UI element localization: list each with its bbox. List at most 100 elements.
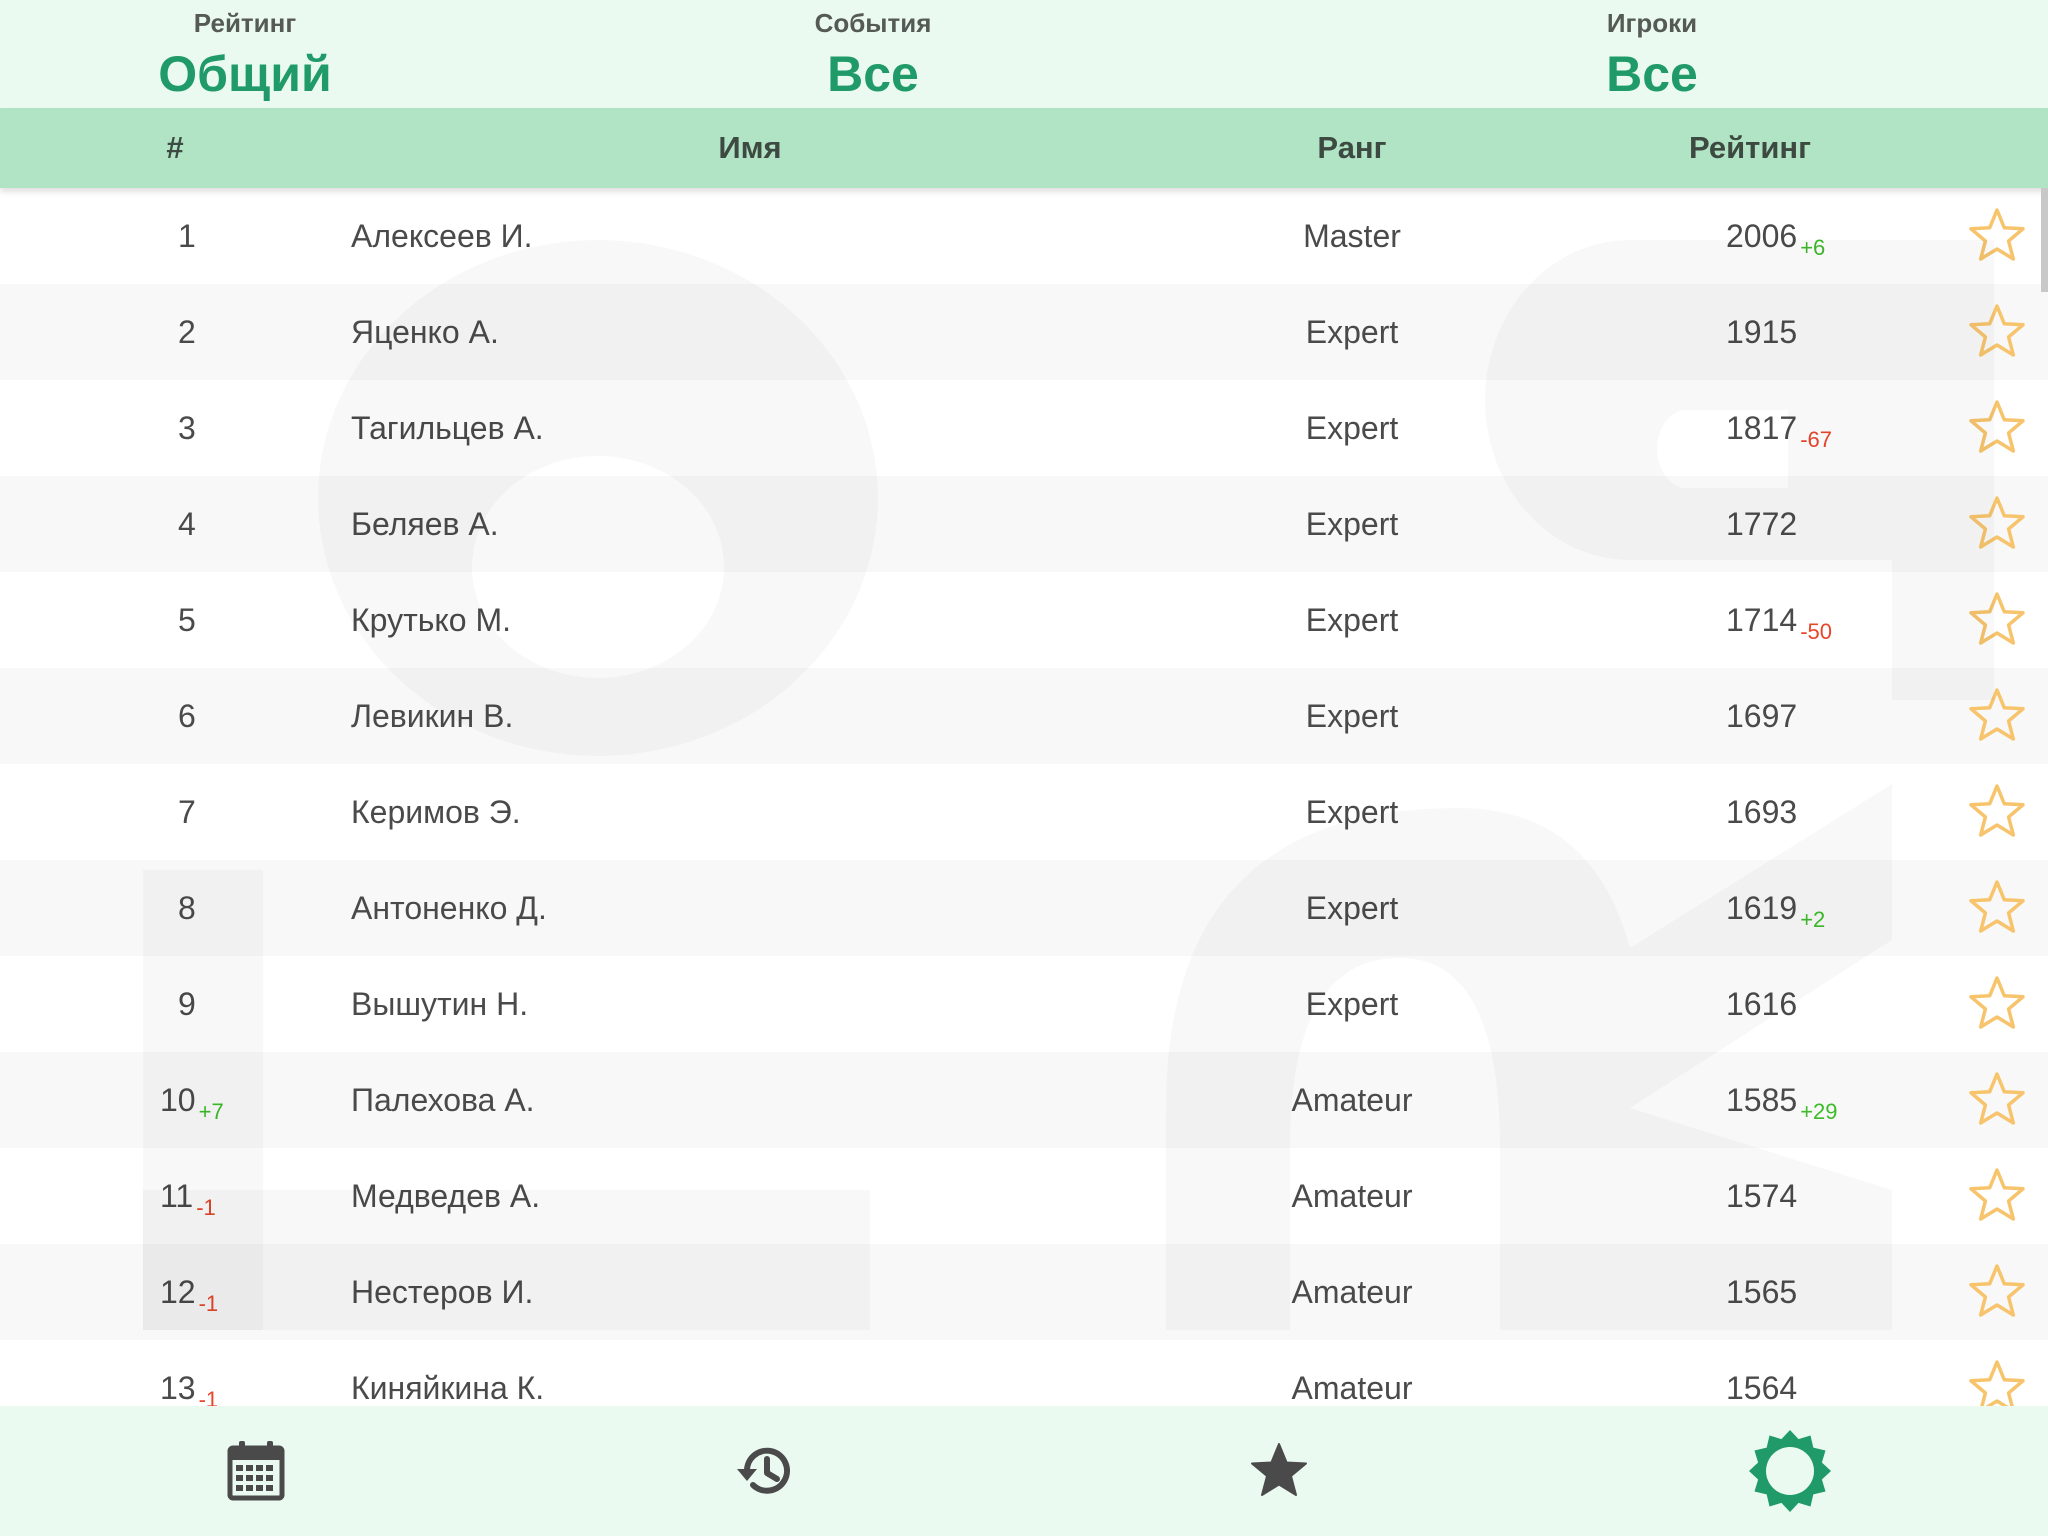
favorite-star-icon[interactable]	[1967, 302, 2027, 362]
rating-value: 1697	[1726, 698, 1798, 734]
rating-cell: 1585 +29	[1726, 1052, 1838, 1152]
player-name[interactable]: Киняйкина К.	[351, 1340, 544, 1406]
rating-cell: 1693	[1726, 764, 1797, 860]
rating-table[interactable]: 1 Алексеев И. Master 2006 +6 2 Яценко А. Expert…	[0, 188, 2048, 1406]
player-name[interactable]: Нестеров И.	[351, 1244, 533, 1340]
rating-cell: 1564	[1726, 1340, 1797, 1406]
table-row[interactable]: 3 Тагильцев А. Expert 1817 -67	[0, 380, 2048, 476]
rating-value: 1565	[1726, 1274, 1798, 1310]
filter-events[interactable]: События Все	[673, 0, 1073, 102]
player-rank: Master	[1303, 218, 1401, 254]
favorite-star-icon[interactable]	[1967, 206, 2027, 266]
player-name[interactable]: Яценко А.	[351, 284, 499, 380]
favorite-star-icon[interactable]	[1967, 590, 2027, 650]
favorite-star-icon[interactable]	[1967, 1358, 2027, 1406]
position-number: 2	[178, 314, 196, 350]
rating-value: 1714	[1726, 602, 1798, 638]
favorite-star-icon[interactable]	[1967, 1070, 2027, 1130]
filter-rating-type-label: Рейтинг	[193, 8, 297, 38]
star-icon	[1251, 1443, 1307, 1496]
column-name-header[interactable]: Имя	[600, 108, 900, 188]
table-row[interactable]: 13 -1 Киняйкина К. Amateur 1564	[0, 1340, 2048, 1406]
position-change: -1	[196, 1195, 216, 1220]
column-rating-header[interactable]: Рейтинг	[1600, 108, 1900, 188]
favorite-star-icon[interactable]	[1967, 1262, 2027, 1322]
player-name[interactable]: Медведев А.	[351, 1148, 540, 1244]
rating-value: 2006	[1726, 218, 1798, 254]
rating-change: +29	[1800, 1099, 1838, 1124]
rating-cell: 1565	[1726, 1244, 1797, 1340]
rating-value: 1693	[1726, 794, 1798, 830]
filter-rating-type-value[interactable]: Общий	[45, 46, 445, 102]
rating-change: -67	[1800, 427, 1832, 452]
player-rank: Expert	[1305, 890, 1399, 926]
player-name[interactable]: Левикин В.	[351, 668, 513, 764]
rating-cell: 1817 -67	[1726, 380, 1832, 480]
table-row[interactable]: 2 Яценко А. Expert 1915	[0, 284, 2048, 380]
player-name[interactable]: Тагильцев А.	[351, 380, 544, 476]
player-name[interactable]: Антоненко Д.	[351, 860, 547, 956]
filter-events-value[interactable]: Все	[673, 46, 1073, 102]
rating-change: -50	[1800, 619, 1832, 644]
table-row[interactable]: 4 Беляев А. Expert 1772	[0, 476, 2048, 572]
player-name[interactable]: Вышутин Н.	[351, 956, 528, 1052]
player-rank: Expert	[1305, 602, 1399, 638]
position-change: -1	[198, 1387, 219, 1406]
favorite-star-icon[interactable]	[1967, 878, 2027, 938]
position-number: 4	[178, 506, 196, 542]
table-scrollbar[interactable]	[2041, 188, 2048, 292]
player-name[interactable]: Керимов Э.	[351, 764, 521, 860]
position-number: 3	[178, 410, 196, 446]
table-row[interactable]: 7 Керимов Э. Expert 1693	[0, 764, 2048, 860]
column-rank-header[interactable]: Ранг	[1200, 108, 1504, 188]
filter-players[interactable]: Игроки Все	[1452, 0, 1852, 102]
player-rank: Expert	[1305, 986, 1399, 1022]
filter-players-value[interactable]: Все	[1452, 46, 1852, 102]
position-change: +7	[198, 1099, 224, 1124]
table-row[interactable]: 9 Вышутин Н. Expert 1616	[0, 956, 2048, 1052]
favorite-star-icon[interactable]	[1967, 494, 2027, 554]
table-row[interactable]: 5 Крутько М. Expert 1714 -50	[0, 572, 2048, 668]
favorite-star-icon[interactable]	[1967, 1166, 2027, 1226]
table-row[interactable]: 11 -1 Медведев А. Amateur 1574	[0, 1148, 2048, 1244]
favorite-star-icon[interactable]	[1967, 686, 2027, 746]
player-rank: Amateur	[1291, 1274, 1413, 1310]
favorite-star-icon[interactable]	[1967, 782, 2027, 842]
nav-favorites-button[interactable]	[1229, 1421, 1329, 1521]
table-row[interactable]: 8 Антоненко Д. Expert 1619 +2	[0, 860, 2048, 956]
position-number: 6	[178, 698, 196, 734]
position-number: 1	[178, 218, 196, 254]
table-row[interactable]: 6 Левикин В. Expert 1697	[0, 668, 2048, 764]
player-rank: Amateur	[1291, 1082, 1413, 1118]
rating-value: 1574	[1726, 1178, 1798, 1214]
rating-value: 1585	[1726, 1082, 1798, 1118]
rating-value: 1817	[1726, 410, 1798, 446]
filter-rating-type[interactable]: Рейтинг Общий	[45, 0, 445, 102]
nav-rating-button[interactable]	[1740, 1421, 1840, 1521]
position-number: 10	[160, 1082, 196, 1118]
nav-history-button[interactable]	[717, 1421, 817, 1521]
favorite-star-icon[interactable]	[1967, 398, 2027, 458]
player-rank: Expert	[1305, 506, 1399, 542]
position-number: 5	[178, 602, 196, 638]
rating-cell: 1915	[1726, 284, 1797, 380]
nav-calendar-button[interactable]	[206, 1421, 306, 1521]
player-name[interactable]: Алексеев И.	[351, 188, 533, 284]
position-number: 12	[160, 1274, 196, 1310]
favorite-star-icon[interactable]	[1967, 974, 2027, 1034]
player-name[interactable]: Палехова А.	[351, 1052, 535, 1148]
player-name[interactable]: Крутько М.	[351, 572, 511, 668]
rating-gear-icon	[1749, 1430, 1831, 1512]
player-rank: Amateur	[1291, 1370, 1413, 1406]
player-name[interactable]: Беляев А.	[351, 476, 499, 572]
table-row[interactable]: 12 -1 Нестеров И. Amateur 1565	[0, 1244, 2048, 1340]
column-number-header[interactable]: #	[150, 108, 200, 188]
position-number: 7	[178, 794, 196, 830]
filter-events-label: События	[814, 8, 932, 38]
rating-value: 1564	[1726, 1370, 1798, 1406]
position-change: -1	[198, 1291, 219, 1316]
table-row[interactable]: 10 +7 Палехова А. Amateur 1585 +29	[0, 1052, 2048, 1148]
player-rank: Expert	[1305, 410, 1399, 446]
table-row[interactable]: 1 Алексеев И. Master 2006 +6	[0, 188, 2048, 284]
position-number: 11	[160, 1178, 194, 1214]
